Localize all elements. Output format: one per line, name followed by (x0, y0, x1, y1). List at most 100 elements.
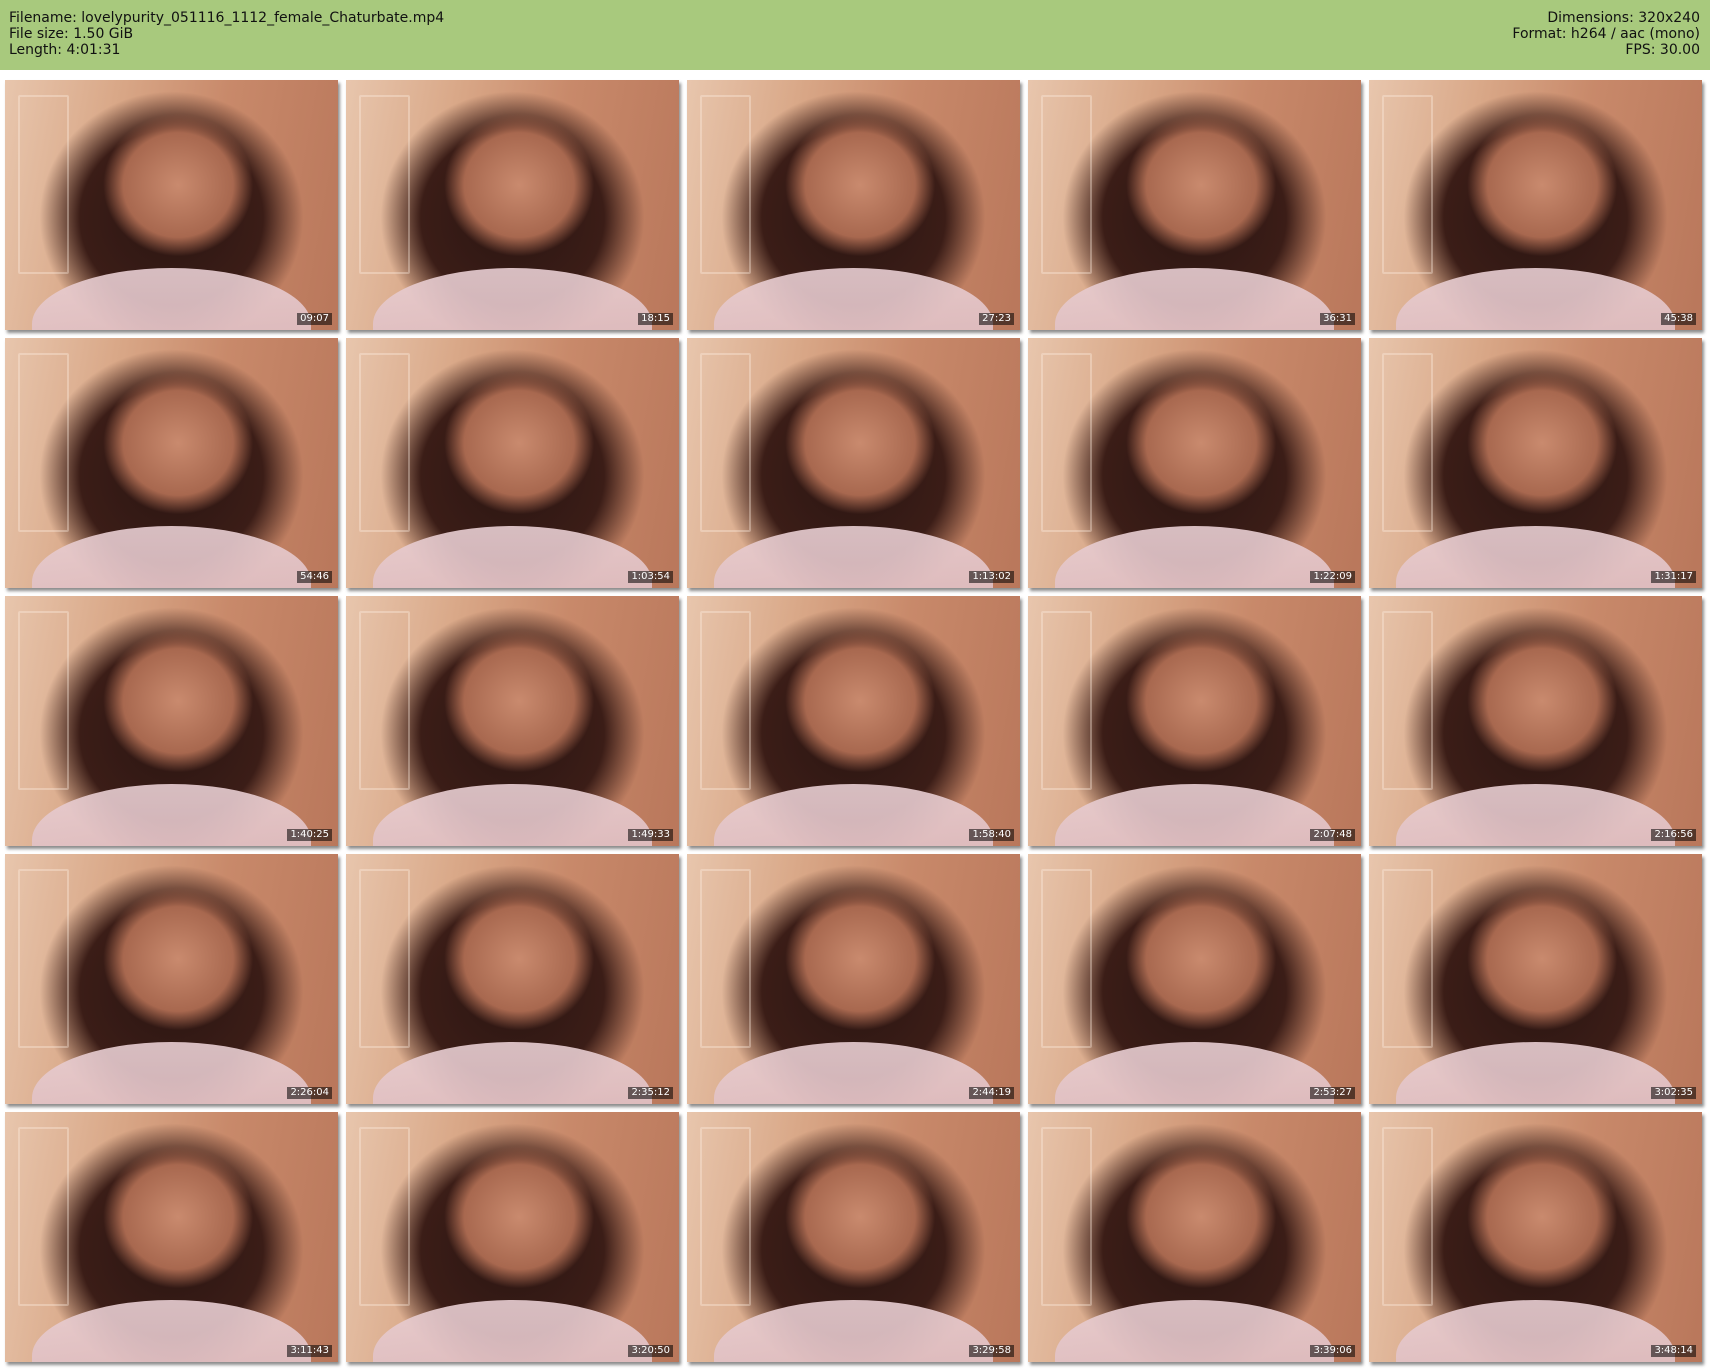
thumbnail-timestamp: 2:07:48 (1310, 829, 1355, 841)
video-thumbnail[interactable]: 3:02:35 (1369, 854, 1702, 1104)
meta-right: Dimensions: 320x240 Format: h264 / aac (… (1512, 10, 1700, 58)
figure-shape (1054, 1041, 1335, 1104)
figure-shape (713, 1299, 994, 1362)
figure-shape (31, 1041, 312, 1104)
fps-text: FPS: 30.00 (1625, 42, 1700, 58)
background-door (1382, 869, 1433, 1048)
video-thumbnail[interactable]: 2:16:56 (1369, 596, 1702, 846)
video-thumbnail[interactable]: 1:03:54 (346, 338, 679, 588)
thumbnail-timestamp: 3:11:43 (287, 1345, 332, 1357)
video-thumbnail[interactable]: 1:13:02 (687, 338, 1020, 588)
background-door (359, 95, 410, 274)
figure-shape (1395, 267, 1676, 330)
background-door (18, 869, 69, 1048)
video-thumbnail[interactable]: 09:07 (5, 80, 338, 330)
figure-shape (713, 525, 994, 588)
video-thumbnail[interactable]: 2:26:04 (5, 854, 338, 1104)
video-thumbnail[interactable]: 2:53:27 (1028, 854, 1361, 1104)
thumbnail-grid: 09:07 18:15 27:23 36:31 45:38 54:46 1:03:54 1:1… (0, 70, 1710, 1370)
figure-shape (31, 1299, 312, 1362)
background-door (1041, 353, 1092, 532)
figure-shape (1395, 783, 1676, 846)
thumbnail-timestamp: 2:26:04 (287, 1087, 332, 1099)
thumbnail-timestamp: 2:35:12 (628, 1087, 673, 1099)
background-door (1041, 611, 1092, 790)
video-thumbnail[interactable]: 1:40:25 (5, 596, 338, 846)
background-door (700, 611, 751, 790)
video-thumbnail[interactable]: 36:31 (1028, 80, 1361, 330)
figure-shape (1395, 1041, 1676, 1104)
video-thumbnail[interactable]: 3:20:50 (346, 1112, 679, 1362)
background-door (18, 353, 69, 532)
video-thumbnail[interactable]: 1:49:33 (346, 596, 679, 846)
thumbnail-timestamp: 18:15 (638, 313, 673, 325)
filesize-text: File size: 1.50 GiB (9, 26, 134, 42)
info-header: Filename: lovelypurity_051116_1112_femal… (0, 0, 1710, 70)
thumbnail-timestamp: 36:31 (1320, 313, 1355, 325)
video-thumbnail[interactable]: 3:39:06 (1028, 1112, 1361, 1362)
figure-shape (372, 267, 653, 330)
length-text: Length: 4:01:31 (9, 42, 121, 58)
video-thumbnail[interactable]: 1:58:40 (687, 596, 1020, 846)
background-door (700, 353, 751, 532)
video-thumbnail[interactable]: 45:38 (1369, 80, 1702, 330)
figure-shape (1054, 783, 1335, 846)
thumbnail-timestamp: 1:49:33 (628, 829, 673, 841)
video-thumbnail[interactable]: 1:31:17 (1369, 338, 1702, 588)
video-thumbnail[interactable]: 27:23 (687, 80, 1020, 330)
background-door (1382, 353, 1433, 532)
figure-shape (1395, 1299, 1676, 1362)
figure-shape (372, 783, 653, 846)
background-door (359, 1127, 410, 1306)
thumbnail-timestamp: 27:23 (979, 313, 1014, 325)
thumbnail-timestamp: 3:20:50 (628, 1345, 673, 1357)
thumbnail-timestamp: 1:40:25 (287, 829, 332, 841)
figure-shape (1054, 525, 1335, 588)
filename-text: Filename: lovelypurity_051116_1112_femal… (9, 10, 445, 26)
background-door (1041, 869, 1092, 1048)
background-door (1382, 1127, 1433, 1306)
background-door (1382, 611, 1433, 790)
video-thumbnail[interactable]: 2:35:12 (346, 854, 679, 1104)
figure-shape (31, 267, 312, 330)
background-door (359, 611, 410, 790)
background-door (700, 1127, 751, 1306)
dimensions-text: Dimensions: 320x240 (1547, 10, 1700, 26)
thumbnail-timestamp: 1:22:09 (1310, 571, 1355, 583)
figure-shape (713, 267, 994, 330)
background-door (1041, 95, 1092, 274)
thumbnail-timestamp: 1:31:17 (1651, 571, 1696, 583)
background-door (18, 95, 69, 274)
video-thumbnail[interactable]: 3:29:58 (687, 1112, 1020, 1362)
video-thumbnail[interactable]: 2:07:48 (1028, 596, 1361, 846)
thumbnail-timestamp: 3:48:14 (1651, 1345, 1696, 1357)
figure-shape (1395, 525, 1676, 588)
thumbnail-timestamp: 2:16:56 (1651, 829, 1696, 841)
figure-shape (31, 525, 312, 588)
figure-shape (31, 783, 312, 846)
thumbnail-timestamp: 54:46 (297, 571, 332, 583)
thumbnail-timestamp: 1:58:40 (969, 829, 1014, 841)
thumbnail-timestamp: 3:29:58 (969, 1345, 1014, 1357)
figure-shape (372, 1041, 653, 1104)
video-thumbnail[interactable]: 2:44:19 (687, 854, 1020, 1104)
meta-left: Filename: lovelypurity_051116_1112_femal… (9, 10, 444, 58)
background-door (700, 869, 751, 1048)
thumbnail-timestamp: 45:38 (1661, 313, 1696, 325)
thumbnail-timestamp: 3:02:35 (1651, 1087, 1696, 1099)
background-door (700, 95, 751, 274)
video-thumbnail[interactable]: 1:22:09 (1028, 338, 1361, 588)
figure-shape (372, 525, 653, 588)
background-door (359, 353, 410, 532)
figure-shape (713, 783, 994, 846)
video-thumbnail[interactable]: 54:46 (5, 338, 338, 588)
thumbnail-timestamp: 1:03:54 (628, 571, 673, 583)
thumbnail-timestamp: 09:07 (297, 313, 332, 325)
thumbnail-timestamp: 2:53:27 (1310, 1087, 1355, 1099)
video-thumbnail[interactable]: 3:11:43 (5, 1112, 338, 1362)
video-thumbnail[interactable]: 18:15 (346, 80, 679, 330)
thumbnail-timestamp: 1:13:02 (969, 571, 1014, 583)
format-text: Format: h264 / aac (mono) (1512, 26, 1700, 42)
figure-shape (372, 1299, 653, 1362)
video-thumbnail[interactable]: 3:48:14 (1369, 1112, 1702, 1362)
